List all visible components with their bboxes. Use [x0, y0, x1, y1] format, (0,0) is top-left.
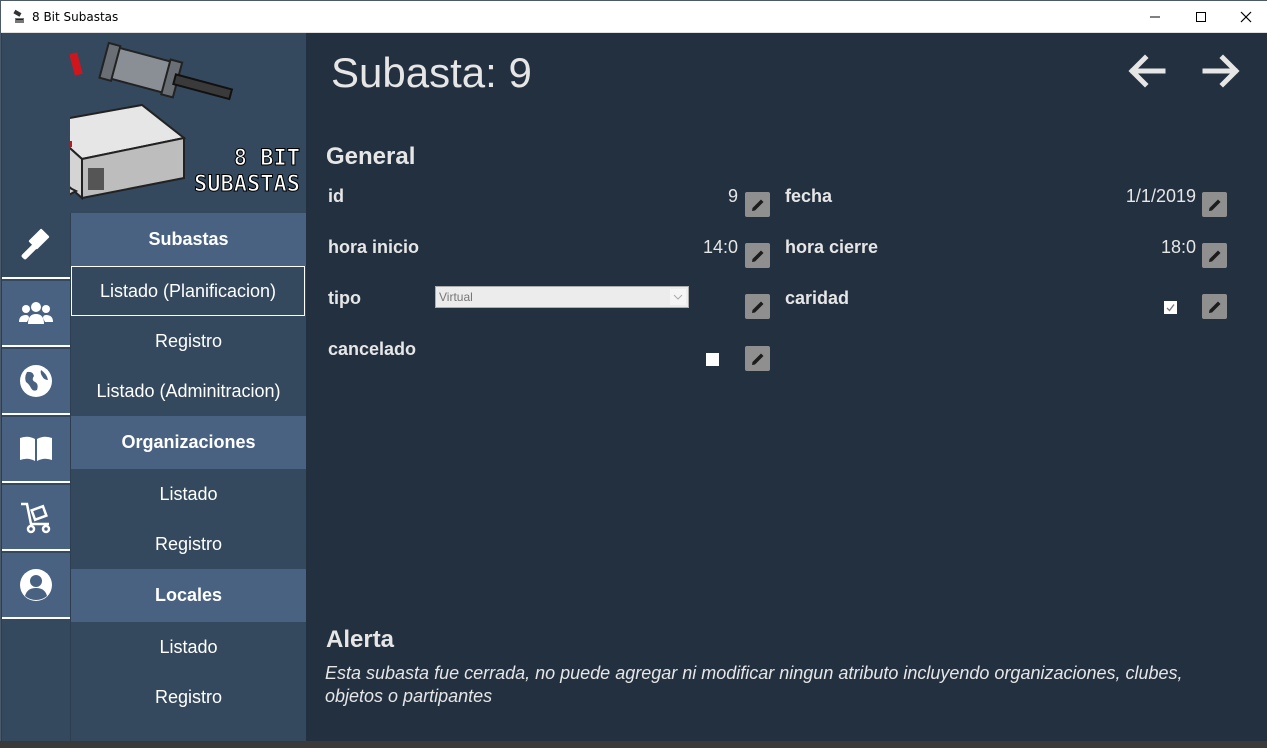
id-label: id [328, 186, 344, 206]
hora-inicio-value: 14:0 [702, 237, 738, 257]
pencil-icon [1208, 250, 1220, 262]
nav-objetos[interactable] [2, 485, 70, 551]
fecha-label: fecha [785, 186, 833, 206]
edit-id-button[interactable] [745, 192, 770, 217]
pencil-icon [751, 353, 763, 365]
title-bar: 8 Bit Subastas [1, 1, 1267, 33]
hora-cierre-label: hora cierre [785, 237, 879, 257]
fecha-value: 1/1/2019 [1125, 186, 1196, 206]
submenu-header-organizaciones: Organizaciones [71, 416, 306, 469]
maximize-icon [1196, 12, 1206, 22]
page-title: Subasta: 9 [331, 49, 532, 96]
hora-inicio-label: hora inicio [328, 237, 420, 257]
pencil-icon [751, 301, 763, 313]
submenu-item-registro-organizaciones[interactable]: Registro [71, 519, 306, 569]
nav-locales[interactable] [2, 349, 70, 415]
tipo-select-value: Virtual [439, 290, 473, 304]
alert-title: Alerta [326, 626, 395, 653]
nav-catalogo[interactable] [2, 417, 70, 483]
submenu-header-locales: Locales [71, 569, 306, 622]
edit-hora-cierre-button[interactable] [1202, 243, 1227, 268]
previous-button[interactable] [1125, 49, 1169, 93]
submenu-header-subastas: Subastas [71, 213, 306, 266]
book-icon [20, 436, 52, 461]
app-gavel-icon [13, 9, 24, 23]
checkmark-icon [1166, 304, 1175, 312]
hora-cierre-value: 18:0 [1160, 237, 1196, 257]
logo-text-line2: SUBASTAS [194, 172, 300, 197]
pencil-icon [1208, 199, 1220, 211]
desktop-strip [0, 741, 1267, 748]
edit-cancelado-button[interactable] [745, 346, 770, 371]
submenu-item-listado-organizaciones[interactable]: Listado [71, 469, 306, 519]
caridad-label: caridad [785, 288, 850, 308]
submenu-item-registro-subasta[interactable]: Registro [71, 316, 306, 366]
submenu-item-listado-locales[interactable]: Listado [71, 622, 306, 672]
users-icon [19, 302, 53, 324]
edit-tipo-button[interactable] [745, 294, 770, 319]
pencil-icon [751, 199, 763, 211]
app-window: 8 Bit Subastas 8 BIT SUBASTAS Subastas L… [0, 0, 1267, 748]
caridad-checkbox[interactable] [1164, 301, 1177, 314]
arrow-right-icon [1202, 54, 1240, 88]
tipo-label: tipo [328, 288, 361, 308]
edit-caridad-button[interactable] [1202, 294, 1227, 319]
arrow-left-icon [1128, 54, 1166, 88]
logo-text-line1: 8 BIT [234, 146, 300, 171]
close-icon [1240, 11, 1252, 23]
cancelado-label: cancelado [328, 339, 417, 359]
pencil-icon [1208, 301, 1220, 313]
alert-message: Esta subasta fue cerrada, no puede agreg… [325, 663, 1183, 706]
id-value: 9 [727, 186, 738, 206]
cancelado-checkbox[interactable] [706, 353, 719, 366]
globe-icon [20, 365, 52, 397]
general-section-title: General [326, 143, 416, 170]
nav-organizaciones[interactable] [2, 281, 70, 347]
user-circle-icon [20, 569, 52, 601]
cart-icon [21, 502, 51, 534]
submenu-item-listado-planificacion[interactable]: Listado (Planificacion) [71, 266, 305, 316]
tipo-select[interactable]: Virtual [435, 286, 689, 308]
pencil-icon [751, 250, 763, 262]
submenu-item-listado-administracion[interactable]: Listado (Adminitracion) [71, 366, 306, 416]
nav-usuario[interactable] [2, 553, 70, 619]
next-button[interactable] [1199, 49, 1243, 93]
window-title: 8 Bit Subastas [32, 10, 119, 24]
gavel-icon [21, 228, 50, 260]
maximize-button[interactable] [1178, 1, 1224, 33]
minimize-icon [1150, 16, 1160, 18]
submenu-item-registro-locales[interactable]: Registro [71, 672, 306, 722]
minimize-button[interactable] [1132, 1, 1178, 33]
close-button[interactable] [1223, 1, 1267, 33]
edit-hora-inicio-button[interactable] [745, 243, 770, 268]
chevron-down-icon [670, 289, 686, 305]
edit-fecha-button[interactable] [1202, 192, 1227, 217]
nav-subastas[interactable] [2, 213, 70, 279]
main-panel [306, 33, 1267, 747]
